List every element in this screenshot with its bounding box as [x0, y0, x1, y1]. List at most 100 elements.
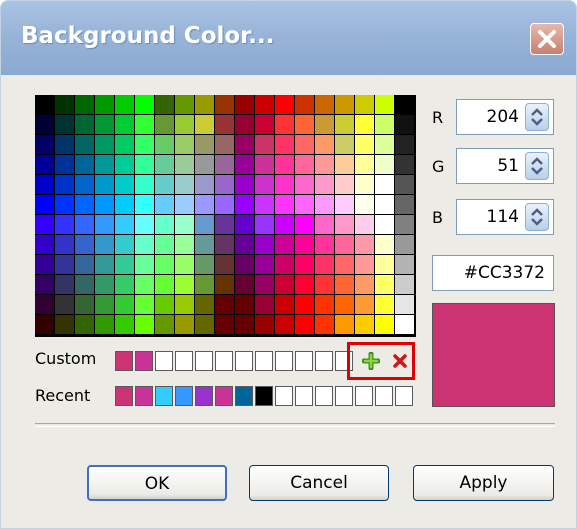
recent-color-swatch[interactable]	[175, 386, 193, 406]
palette-color-cell[interactable]	[395, 195, 414, 214]
palette-color-cell[interactable]	[335, 315, 354, 334]
palette-color-cell[interactable]	[35, 195, 54, 214]
palette-color-cell[interactable]	[195, 215, 214, 234]
palette-color-cell[interactable]	[95, 295, 114, 314]
palette-color-cell[interactable]	[175, 155, 194, 174]
palette-color-cell[interactable]	[55, 155, 74, 174]
palette-color-cell[interactable]	[55, 235, 74, 254]
palette-color-cell[interactable]	[355, 235, 374, 254]
r-value[interactable]: 204	[487, 107, 519, 127]
palette-color-cell[interactable]	[255, 235, 274, 254]
palette-color-cell[interactable]	[295, 195, 314, 214]
palette-color-cell[interactable]	[135, 235, 154, 254]
recent-color-swatch[interactable]	[135, 386, 153, 406]
palette-color-cell[interactable]	[115, 175, 134, 194]
palette-color-cell[interactable]	[255, 155, 274, 174]
palette-color-cell[interactable]	[155, 95, 174, 114]
recent-color-swatch[interactable]	[255, 386, 273, 406]
palette-color-cell[interactable]	[95, 155, 114, 174]
palette-color-cell[interactable]	[315, 95, 334, 114]
palette-color-cell[interactable]	[355, 315, 374, 334]
palette-color-cell[interactable]	[255, 95, 274, 114]
palette-color-cell[interactable]	[155, 315, 174, 334]
palette-color-cell[interactable]	[315, 115, 334, 134]
b-value[interactable]: 114	[487, 207, 519, 227]
palette-color-cell[interactable]	[395, 135, 414, 154]
custom-color-swatch[interactable]	[235, 351, 253, 371]
cancel-button[interactable]: Cancel	[249, 465, 389, 501]
palette-color-cell[interactable]	[35, 255, 54, 274]
palette-color-cell[interactable]	[55, 275, 74, 294]
palette-color-cell[interactable]	[335, 255, 354, 274]
palette-color-cell[interactable]	[395, 115, 414, 134]
palette-color-cell[interactable]	[115, 255, 134, 274]
palette-color-cell[interactable]	[75, 215, 94, 234]
palette-color-cell[interactable]	[255, 315, 274, 334]
palette-color-cell[interactable]	[95, 115, 114, 134]
palette-color-cell[interactable]	[135, 175, 154, 194]
palette-color-cell[interactable]	[215, 115, 234, 134]
palette-color-cell[interactable]	[135, 275, 154, 294]
palette-color-cell[interactable]	[175, 315, 194, 334]
palette-color-cell[interactable]	[295, 175, 314, 194]
g-spinner[interactable]: 51	[456, 148, 554, 184]
palette-color-cell[interactable]	[95, 195, 114, 214]
palette-color-cell[interactable]	[355, 295, 374, 314]
palette-color-cell[interactable]	[295, 215, 314, 234]
palette-color-cell[interactable]	[375, 135, 394, 154]
palette-color-cell[interactable]	[35, 95, 54, 114]
palette-color-cell[interactable]	[195, 315, 214, 334]
palette-color-cell[interactable]	[235, 255, 254, 274]
palette-color-cell[interactable]	[75, 295, 94, 314]
palette-color-cell[interactable]	[75, 135, 94, 154]
palette-color-cell[interactable]	[35, 215, 54, 234]
palette-color-cell[interactable]	[235, 95, 254, 114]
palette-color-cell[interactable]	[295, 295, 314, 314]
palette-color-cell[interactable]	[335, 275, 354, 294]
palette-color-cell[interactable]	[295, 135, 314, 154]
palette-color-cell[interactable]	[175, 295, 194, 314]
palette-color-cell[interactable]	[75, 235, 94, 254]
r-spinner[interactable]: 204	[456, 99, 554, 135]
palette-color-cell[interactable]	[395, 215, 414, 234]
palette-color-cell[interactable]	[195, 235, 214, 254]
palette-color-cell[interactable]	[335, 135, 354, 154]
palette-color-cell[interactable]	[315, 315, 334, 334]
recent-color-swatch[interactable]	[335, 386, 353, 406]
palette-color-cell[interactable]	[355, 255, 374, 274]
palette-color-cell[interactable]	[295, 155, 314, 174]
palette-color-cell[interactable]	[195, 95, 214, 114]
palette-color-cell[interactable]	[155, 155, 174, 174]
palette-color-cell[interactable]	[375, 295, 394, 314]
palette-color-cell[interactable]	[315, 175, 334, 194]
palette-color-cell[interactable]	[255, 195, 274, 214]
b-spinner[interactable]: 114	[456, 199, 554, 235]
palette-color-cell[interactable]	[355, 135, 374, 154]
custom-color-swatch[interactable]	[275, 351, 293, 371]
recent-color-swatch[interactable]	[155, 386, 173, 406]
palette-color-cell[interactable]	[175, 255, 194, 274]
recent-color-swatch[interactable]	[195, 386, 213, 406]
palette-color-cell[interactable]	[295, 255, 314, 274]
palette-color-cell[interactable]	[115, 275, 134, 294]
palette-color-cell[interactable]	[255, 115, 274, 134]
palette-color-cell[interactable]	[175, 275, 194, 294]
palette-color-cell[interactable]	[275, 115, 294, 134]
palette-color-cell[interactable]	[135, 195, 154, 214]
palette-color-cell[interactable]	[335, 155, 354, 174]
palette-color-cell[interactable]	[275, 295, 294, 314]
palette-color-cell[interactable]	[235, 315, 254, 334]
palette-color-cell[interactable]	[235, 235, 254, 254]
palette-color-cell[interactable]	[55, 315, 74, 334]
palette-color-cell[interactable]	[215, 235, 234, 254]
palette-color-cell[interactable]	[175, 235, 194, 254]
palette-color-cell[interactable]	[335, 295, 354, 314]
palette-color-cell[interactable]	[375, 195, 394, 214]
palette-color-cell[interactable]	[255, 135, 274, 154]
palette-color-cell[interactable]	[395, 155, 414, 174]
palette-color-cell[interactable]	[35, 275, 54, 294]
palette-color-cell[interactable]	[275, 215, 294, 234]
palette-color-cell[interactable]	[215, 275, 234, 294]
palette-color-cell[interactable]	[375, 115, 394, 134]
palette-color-cell[interactable]	[195, 175, 214, 194]
